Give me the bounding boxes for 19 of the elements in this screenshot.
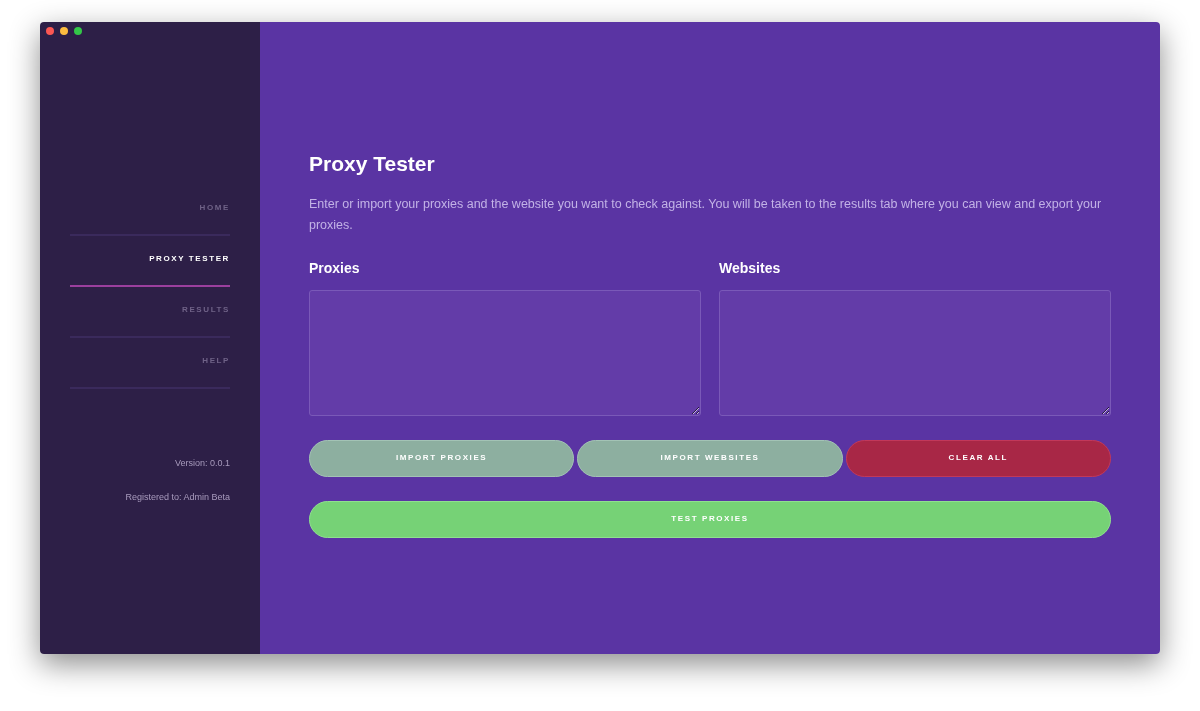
- nav-item[interactable]: HELP: [70, 338, 230, 389]
- version-text: Version: 0.0.1: [174, 457, 230, 470]
- field-label: Websites: [719, 258, 782, 278]
- field-label: Proxies: [309, 258, 361, 278]
- clear-button[interactable]: CLEAR ALL: [845, 439, 1111, 477]
- import-button[interactable]: IMPORT PROXIES: [309, 439, 575, 477]
- zoom-window-icon[interactable]: [74, 27, 82, 35]
- test-proxies-button[interactable]: TEST PROXIES: [309, 500, 1111, 538]
- close-window-icon[interactable]: [46, 27, 54, 35]
- registration-text: Registered to: Admin Beta: [125, 490, 230, 504]
- page-description: Enter or import your proxies and the website you want to check against. You will be taken to the results tab where you can view and export your proxies.: [309, 195, 1103, 234]
- page-title: Proxy Tester: [309, 151, 436, 177]
- nav-item[interactable]: HOME: [70, 185, 230, 236]
- minimize-window-icon[interactable]: [60, 27, 68, 35]
- nav-item[interactable]: RESULTS: [70, 287, 230, 338]
- input-field[interactable]: [309, 289, 701, 416]
- import-button[interactable]: IMPORT WEBSITES: [577, 439, 843, 477]
- input-field[interactable]: [719, 289, 1111, 416]
- nav-item[interactable]: PROXY TESTER: [70, 236, 230, 287]
